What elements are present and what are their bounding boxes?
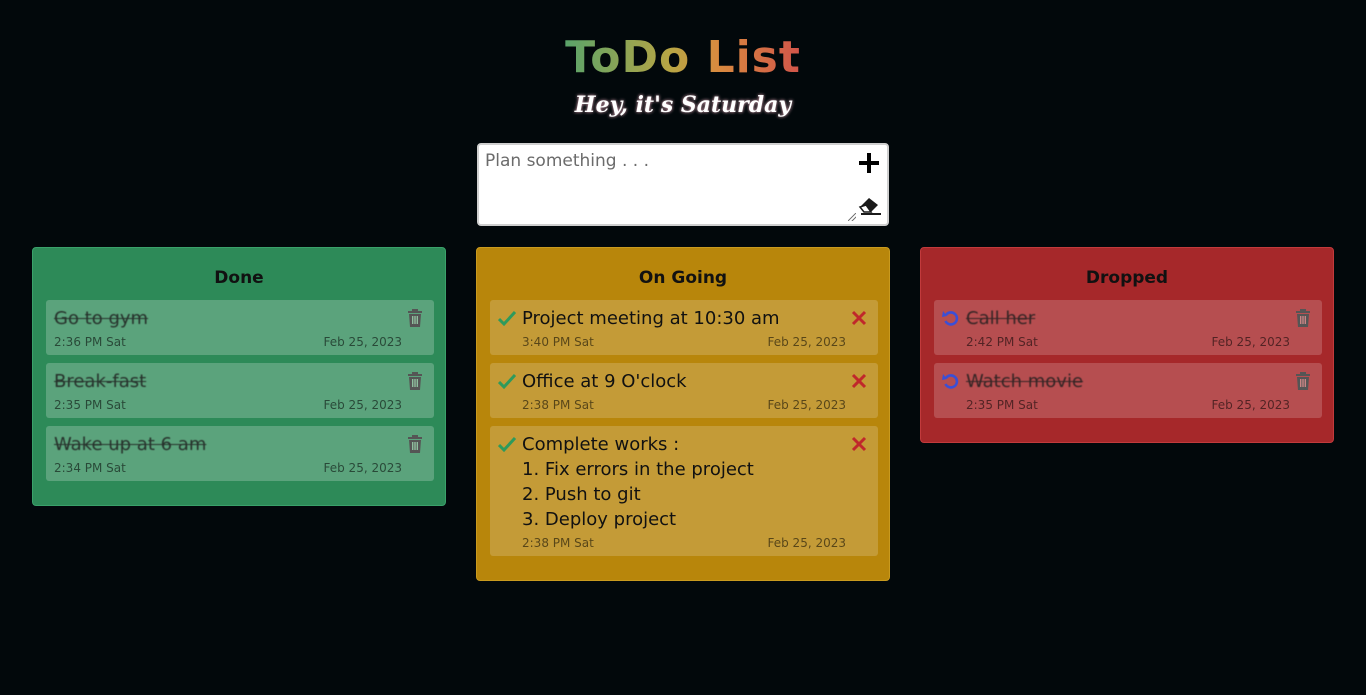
- task-meta: 2:35 PM Sat Feb 25, 2023: [54, 398, 426, 412]
- new-task-input[interactable]: [479, 145, 849, 224]
- ongoing-column-title: On Going: [638, 268, 728, 288]
- task-date: Feb 25, 2023: [767, 536, 847, 550]
- new-task-box: [477, 143, 889, 226]
- close-icon[interactable]: [850, 435, 868, 453]
- task-time: 2:36 PM Sat: [54, 335, 126, 349]
- task-text: Watch movie: [966, 371, 1084, 392]
- task-time: 3:40 PM Sat: [522, 335, 594, 349]
- ongoing-task-card: Office at 9 O'clock 2:38 PM Sat Feb 25, …: [490, 363, 878, 418]
- task-text: Break-fast: [54, 371, 147, 392]
- task-meta: 2:34 PM Sat Feb 25, 2023: [54, 461, 426, 475]
- task-meta: 2:36 PM Sat Feb 25, 2023: [54, 335, 426, 349]
- check-icon[interactable]: [498, 309, 516, 327]
- trash-icon[interactable]: [1294, 309, 1312, 327]
- eraser-icon: [858, 198, 881, 215]
- task-time: 2:42 PM Sat: [966, 335, 1038, 349]
- done-task-card: Break-fast 2:35 PM Sat Feb 25, 2023: [46, 363, 434, 418]
- done-column: Done Go to gym 2:36 PM Sat Feb 25, 2023 …: [32, 247, 446, 506]
- task-date: Feb 25, 2023: [323, 461, 403, 475]
- task-text: Complete works : 1. Fix errors in the pr…: [522, 434, 754, 530]
- task-time: 2:35 PM Sat: [54, 398, 126, 412]
- close-icon[interactable]: [850, 309, 868, 327]
- ongoing-task-card: Project meeting at 10:30 am 3:40 PM Sat …: [490, 300, 878, 355]
- task-text: Call her: [966, 308, 1036, 329]
- task-meta: 2:35 PM Sat Feb 25, 2023: [942, 398, 1314, 412]
- task-date: Feb 25, 2023: [767, 398, 847, 412]
- task-time: 2:38 PM Sat: [522, 536, 594, 550]
- trash-icon[interactable]: [406, 309, 424, 327]
- task-date: Feb 25, 2023: [323, 398, 403, 412]
- task-date: Feb 25, 2023: [323, 335, 403, 349]
- task-time: 2:38 PM Sat: [522, 398, 594, 412]
- trash-icon[interactable]: [1294, 372, 1312, 390]
- task-date: Feb 25, 2023: [1211, 335, 1291, 349]
- task-text: Wake up at 6 am: [54, 434, 207, 455]
- ongoing-column: On Going Project meeting at 10:30 am 3:4…: [476, 247, 890, 581]
- add-task-button[interactable]: [857, 151, 881, 175]
- task-meta: 2:42 PM Sat Feb 25, 2023: [942, 335, 1314, 349]
- dropped-task-card: Call her 2:42 PM Sat Feb 25, 2023: [934, 300, 1322, 355]
- task-text: Go to gym: [54, 308, 149, 329]
- resize-handle[interactable]: [848, 213, 856, 221]
- done-task-card: Go to gym 2:36 PM Sat Feb 25, 2023: [46, 300, 434, 355]
- check-icon[interactable]: [498, 372, 516, 390]
- clear-input-button[interactable]: [857, 193, 883, 215]
- page-title: ToDo List: [565, 30, 801, 86]
- task-time: 2:35 PM Sat: [966, 398, 1038, 412]
- done-task-card: Wake up at 6 am 2:34 PM Sat Feb 25, 2023: [46, 426, 434, 481]
- trash-icon[interactable]: [406, 435, 424, 453]
- dropped-task-card: Watch movie 2:35 PM Sat Feb 25, 2023: [934, 363, 1322, 418]
- dropped-column-title: Dropped: [1085, 268, 1169, 288]
- task-time: 2:34 PM Sat: [54, 461, 126, 475]
- close-icon[interactable]: [850, 372, 868, 390]
- task-text: Project meeting at 10:30 am: [522, 308, 780, 329]
- day-greeting: Hey, it's Saturday: [574, 92, 792, 118]
- task-date: Feb 25, 2023: [1211, 398, 1291, 412]
- ongoing-task-card: Complete works : 1. Fix errors in the pr…: [490, 426, 878, 556]
- dropped-column: Dropped Call her 2:42 PM Sat Feb 25, 202…: [920, 247, 1334, 443]
- task-meta: 2:38 PM Sat Feb 25, 2023: [498, 398, 870, 412]
- task-meta: 3:40 PM Sat Feb 25, 2023: [498, 335, 870, 349]
- plus-icon: [859, 153, 879, 173]
- trash-icon[interactable]: [406, 372, 424, 390]
- task-date: Feb 25, 2023: [767, 335, 847, 349]
- task-meta: 2:38 PM Sat Feb 25, 2023: [498, 536, 870, 550]
- header: ToDo List Hey, it's Saturday: [0, 30, 1366, 118]
- task-text: Office at 9 O'clock: [522, 371, 687, 392]
- done-column-title: Done: [214, 268, 264, 288]
- check-icon[interactable]: [498, 435, 516, 453]
